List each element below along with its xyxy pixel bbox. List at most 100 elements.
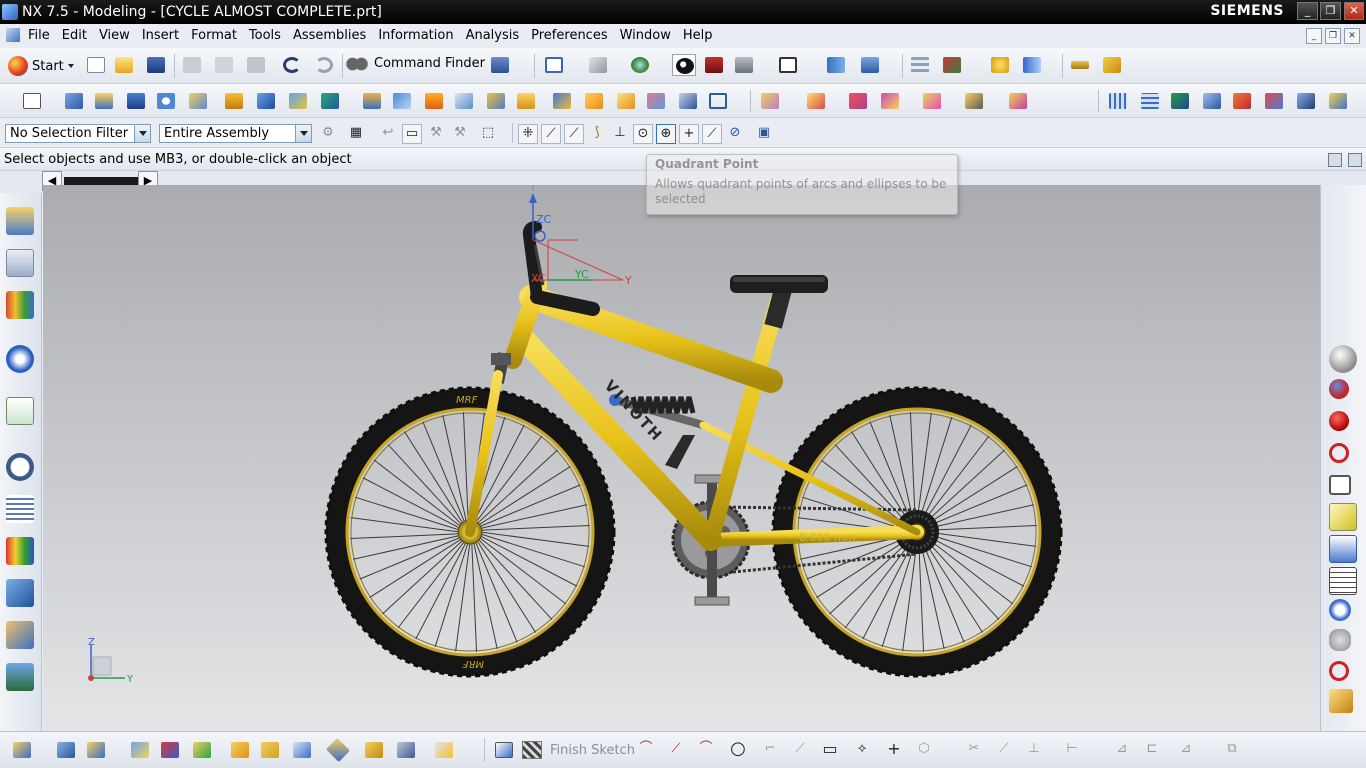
fit-view-button[interactable]	[542, 54, 566, 76]
wrench-icon[interactable]	[1329, 689, 1353, 713]
extrude-button[interactable]	[92, 90, 116, 112]
existing-point-button[interactable]: +	[679, 124, 699, 144]
quick-trim-button[interactable]: ✂	[964, 740, 984, 760]
part-navigator-icon[interactable]	[6, 249, 34, 277]
background-button[interactable]	[776, 54, 800, 76]
select-all-button[interactable]: ▭	[402, 124, 422, 144]
selection-options-button[interactable]	[488, 54, 512, 76]
no-entry-icon-2[interactable]	[1329, 661, 1349, 681]
orient-view-button[interactable]	[858, 54, 882, 76]
reuse-library-icon[interactable]	[6, 291, 34, 319]
visualization-icon[interactable]	[6, 537, 34, 565]
system-materials-icon[interactable]	[6, 495, 34, 523]
swept-button[interactable]	[390, 90, 414, 112]
menu-file[interactable]: File	[22, 28, 56, 43]
restore-button[interactable]: ❐	[1320, 2, 1341, 20]
light-icon[interactable]	[1329, 503, 1357, 531]
menu-assemblies[interactable]: Assemblies	[287, 28, 372, 43]
background-icon[interactable]	[1329, 475, 1351, 495]
revolve-button[interactable]	[124, 90, 148, 112]
chamfer-sketch-button[interactable]: ⟋	[790, 740, 810, 760]
menu-help[interactable]: Help	[677, 28, 719, 43]
point-on-face-button[interactable]: ⊘	[725, 124, 745, 144]
saddle[interactable]	[730, 275, 828, 329]
doc-minimize-button[interactable]: _	[1306, 28, 1322, 44]
save-button[interactable]	[144, 54, 168, 76]
law-extension-button[interactable]	[1294, 90, 1318, 112]
menu-view[interactable]: View	[93, 28, 136, 43]
wave-geometry-button[interactable]	[394, 739, 418, 761]
menu-preferences[interactable]: Preferences	[525, 28, 613, 43]
roles-icon[interactable]	[6, 621, 34, 649]
datum-csys-button[interactable]	[258, 739, 282, 761]
view-orientation-button[interactable]	[586, 54, 610, 76]
face-button[interactable]	[452, 90, 476, 112]
unite-button[interactable]	[318, 90, 342, 112]
start-button[interactable]: Start	[8, 56, 74, 76]
menu-analysis[interactable]: Analysis	[460, 28, 526, 43]
cut-button[interactable]	[180, 54, 204, 76]
offset-face-button[interactable]	[514, 90, 538, 112]
sequence-button[interactable]	[962, 90, 986, 112]
snap-settings-button[interactable]	[325, 737, 351, 763]
intersection-point-button[interactable]: ⊥	[610, 124, 630, 144]
selection-scope-dropdown[interactable]: Entire Assembly	[159, 124, 312, 143]
snap-point-on-button[interactable]: ⁜	[518, 124, 538, 144]
shaded-sphere-icon[interactable]	[1329, 345, 1357, 373]
menu-edit[interactable]: Edit	[56, 28, 93, 43]
redo-button[interactable]	[312, 54, 336, 76]
dimension-button[interactable]: ⊢	[1062, 740, 1082, 760]
history-clock-icon[interactable]	[6, 453, 34, 481]
show-all-constraints-button[interactable]: ⊿	[1176, 740, 1196, 760]
mid-point-button[interactable]: ⟋	[564, 124, 584, 144]
clearance-button[interactable]	[1006, 90, 1030, 112]
component-button[interactable]	[54, 739, 78, 761]
make-corner-button[interactable]: ⊥	[1024, 740, 1044, 760]
rectangle-button[interactable]: ▭	[820, 740, 840, 760]
shell-button[interactable]	[550, 90, 574, 112]
full-screen-icon[interactable]	[1348, 153, 1362, 167]
profile-button[interactable]: ⌒	[636, 740, 656, 760]
sew-button[interactable]	[676, 90, 700, 112]
mirror-button[interactable]	[644, 90, 668, 112]
info-icon[interactable]	[6, 345, 34, 373]
promote-body-button[interactable]	[432, 739, 456, 761]
layer-settings-button[interactable]	[908, 54, 932, 76]
rectangle-select-button[interactable]: ⬚	[478, 124, 498, 144]
new-file-button[interactable]	[84, 54, 108, 76]
show-constraints-button[interactable]	[190, 739, 214, 761]
system-scenes-icon[interactable]	[6, 663, 34, 691]
nx-app-icon[interactable]	[2, 4, 18, 20]
assembly-tool-button[interactable]	[10, 739, 34, 761]
selection-filter-dropdown[interactable]: No Selection Filter	[5, 124, 151, 143]
draft-button[interactable]	[484, 90, 508, 112]
constraint-sketch-button[interactable]: ⊿	[1112, 740, 1132, 760]
hole-button[interactable]	[154, 90, 178, 112]
finish-sketch-button[interactable]: Finish Sketch	[522, 741, 635, 759]
line-button[interactable]: ⟋	[666, 740, 686, 760]
copy-button[interactable]	[212, 54, 236, 76]
doc-close-button[interactable]: ✕	[1344, 28, 1360, 44]
grid-icon[interactable]	[1329, 567, 1357, 595]
arc-center-button[interactable]: ⊙	[633, 124, 653, 144]
chamfer-button[interactable]	[582, 90, 606, 112]
studio-surface-button[interactable]	[1230, 90, 1254, 112]
document-icon[interactable]	[6, 28, 20, 42]
menu-information[interactable]: Information	[372, 28, 459, 43]
new-component-button[interactable]	[804, 90, 828, 112]
material-sphere-icon[interactable]	[1329, 379, 1349, 399]
wcs-button[interactable]	[940, 54, 964, 76]
point-button[interactable]	[228, 739, 252, 761]
assembly-navigator-icon[interactable]	[6, 207, 34, 235]
command-finder-button[interactable]: Command Finder	[346, 56, 485, 71]
add-existing-button[interactable]	[84, 739, 108, 761]
paste-button[interactable]	[244, 54, 268, 76]
move-component-button[interactable]	[128, 739, 152, 761]
red-sphere-icon[interactable]	[1329, 411, 1349, 431]
fillet-button[interactable]: ⌐	[760, 740, 780, 760]
alternate-solution-button[interactable]: ⧉	[1222, 740, 1242, 760]
menu-format[interactable]: Format	[185, 28, 243, 43]
user-icon[interactable]	[1329, 535, 1357, 563]
grid-toggle-icon[interactable]	[1328, 153, 1342, 167]
shaded-with-edges-button[interactable]	[702, 54, 726, 76]
